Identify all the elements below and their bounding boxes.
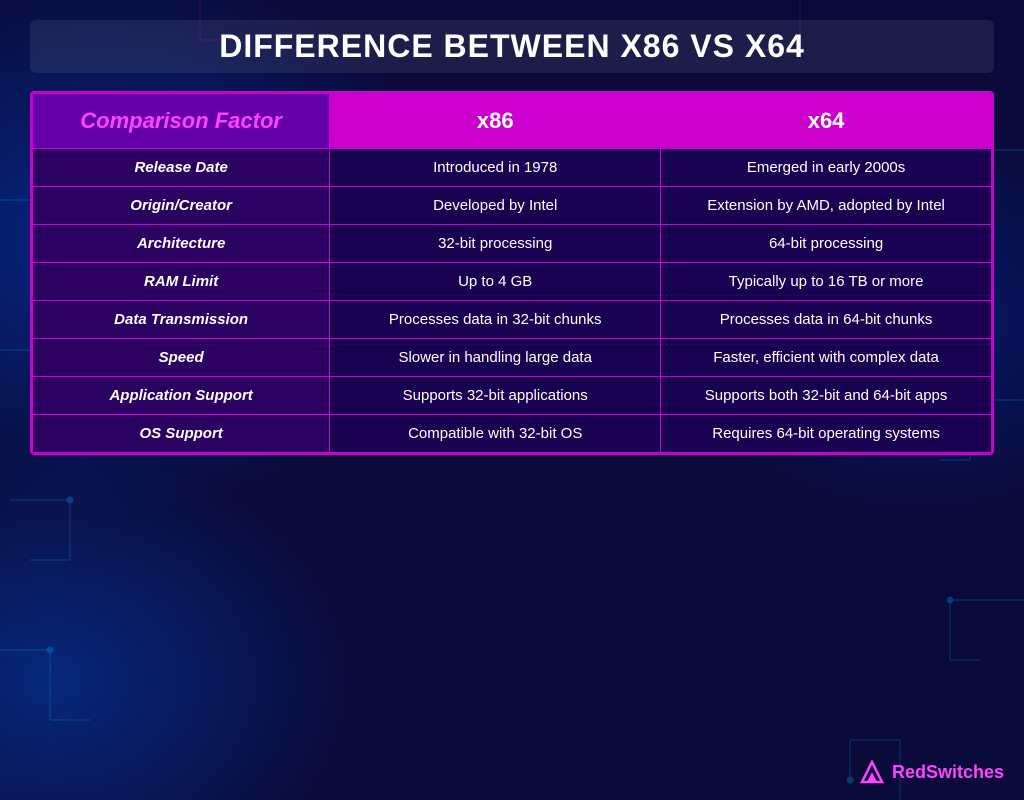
redswitches-logo-icon <box>858 758 886 786</box>
comparison-table-container: Comparison Factor x86 x64 Release DateIn… <box>30 91 994 455</box>
x86-cell-3: Up to 4 GB <box>330 263 661 301</box>
x64-cell-6: Supports both 32-bit and 64-bit apps <box>661 377 992 415</box>
page-wrapper: DIFFERENCE BETWEEN X86 VS X64 Comparison… <box>0 0 1024 800</box>
header-x64: x64 <box>661 94 992 149</box>
x86-cell-0: Introduced in 1978 <box>330 149 661 187</box>
factor-cell-6: Application Support <box>33 377 330 415</box>
factor-cell-4: Data Transmission <box>33 301 330 339</box>
table-row: RAM LimitUp to 4 GBTypically up to 16 TB… <box>33 263 992 301</box>
factor-cell-0: Release Date <box>33 149 330 187</box>
factor-cell-7: OS Support <box>33 415 330 453</box>
comparison-table: Comparison Factor x86 x64 Release DateIn… <box>32 93 992 453</box>
header-factor: Comparison Factor <box>33 94 330 149</box>
table-row: Application SupportSupports 32-bit appli… <box>33 377 992 415</box>
logo-switches: Switches <box>926 762 1004 782</box>
table-row: Data TransmissionProcesses data in 32-bi… <box>33 301 992 339</box>
x64-cell-3: Typically up to 16 TB or more <box>661 263 992 301</box>
table-row: SpeedSlower in handling large dataFaster… <box>33 339 992 377</box>
table-row: OS SupportCompatible with 32-bit OSRequi… <box>33 415 992 453</box>
x64-cell-0: Emerged in early 2000s <box>661 149 992 187</box>
x64-cell-5: Faster, efficient with complex data <box>661 339 992 377</box>
x64-cell-4: Processes data in 64-bit chunks <box>661 301 992 339</box>
x64-cell-2: 64-bit processing <box>661 225 992 263</box>
header-x86: x86 <box>330 94 661 149</box>
factor-cell-2: Architecture <box>33 225 330 263</box>
factor-cell-5: Speed <box>33 339 330 377</box>
x86-cell-5: Slower in handling large data <box>330 339 661 377</box>
logo-text: RedSwitches <box>892 762 1004 783</box>
table-row: Origin/CreatorDeveloped by IntelExtensio… <box>33 187 992 225</box>
x86-cell-4: Processes data in 32-bit chunks <box>330 301 661 339</box>
logo-red: Red <box>892 762 926 782</box>
factor-cell-1: Origin/Creator <box>33 187 330 225</box>
table-header-row: Comparison Factor x86 x64 <box>33 94 992 149</box>
x64-cell-7: Requires 64-bit operating systems <box>661 415 992 453</box>
x86-cell-7: Compatible with 32-bit OS <box>330 415 661 453</box>
table-row: Release DateIntroduced in 1978Emerged in… <box>33 149 992 187</box>
page-title: DIFFERENCE BETWEEN X86 VS X64 <box>30 20 994 73</box>
x64-cell-1: Extension by AMD, adopted by Intel <box>661 187 992 225</box>
factor-cell-3: RAM Limit <box>33 263 330 301</box>
table-row: Architecture32-bit processing64-bit proc… <box>33 225 992 263</box>
x86-cell-1: Developed by Intel <box>330 187 661 225</box>
x86-cell-2: 32-bit processing <box>330 225 661 263</box>
logo-area: RedSwitches <box>858 758 1004 786</box>
x86-cell-6: Supports 32-bit applications <box>330 377 661 415</box>
